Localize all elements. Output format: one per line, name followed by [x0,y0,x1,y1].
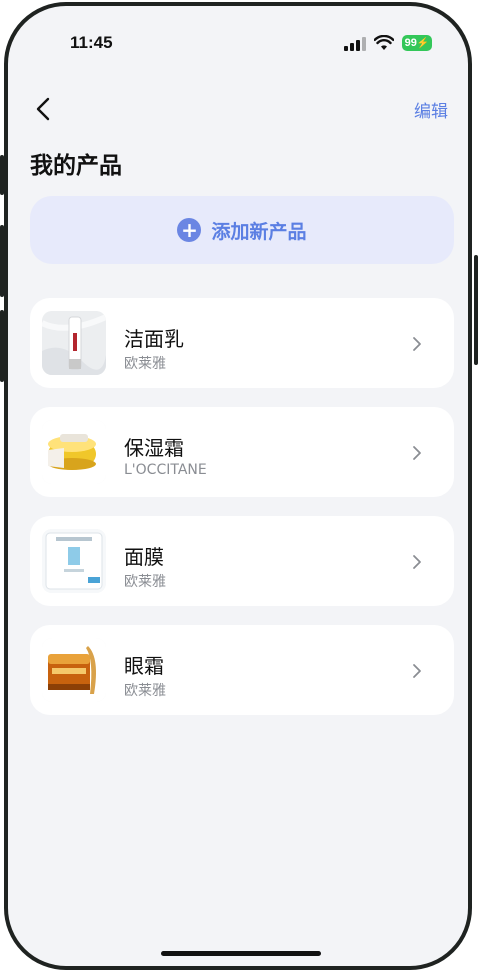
product-list: 洁面乳 欧莱雅 保湿霜 L'OCCITANE 面膜 欧莱雅 眼霜 欧莱雅 [30,298,454,734]
home-indicator[interactable] [161,951,321,956]
battery-level: 99 [404,37,417,49]
cellular-signal-icon [344,37,366,51]
product-card-mask[interactable]: 面膜 欧莱雅 [30,516,454,606]
status-time: 11:45 [70,33,113,52]
mask-pack-thumbnail [42,529,106,593]
chevron-right-icon [413,555,421,569]
product-brand: 欧莱雅 [124,683,166,699]
wifi-icon [374,35,394,50]
product-name: 面膜 [124,545,164,569]
product-brand: L'OCCITANE [124,462,207,478]
back-button[interactable] [32,95,58,123]
chevron-left-icon [36,97,50,121]
product-name: 洁面乳 [124,327,184,351]
plus-circle-icon: + [177,218,202,242]
product-brand: 欧莱雅 [124,356,166,372]
product-name: 眼霜 [124,654,164,678]
add-product-button[interactable]: + 添加新产品 [30,196,454,264]
eye-cream-jar-thumbnail [42,638,106,702]
phone-screen: 11:45 99⚡ 编辑 我的产品 + 添加新产品 洁面乳 欧莱雅 保湿霜 L'… [4,2,472,970]
page-title: 我的产品 [30,153,122,179]
product-card-cleanser[interactable]: 洁面乳 欧莱雅 [30,298,454,388]
chevron-right-icon [413,664,421,678]
cream-jar-thumbnail [42,420,106,484]
chevron-right-icon [413,446,421,460]
cleanser-tube-thumbnail [42,311,106,375]
chevron-right-icon [413,337,421,351]
status-bar: 11:45 99⚡ [8,6,468,78]
product-brand: 欧莱雅 [124,574,166,590]
product-name: 保湿霜 [124,436,184,460]
product-card-eye-cream[interactable]: 眼霜 欧莱雅 [30,625,454,715]
battery-indicator: 99⚡ [402,35,432,51]
power-button [474,255,478,365]
add-product-label: 添加新产品 [211,220,307,243]
product-card-moisturizer[interactable]: 保湿霜 L'OCCITANE [30,407,454,497]
edit-button[interactable]: 编辑 [414,97,448,122]
